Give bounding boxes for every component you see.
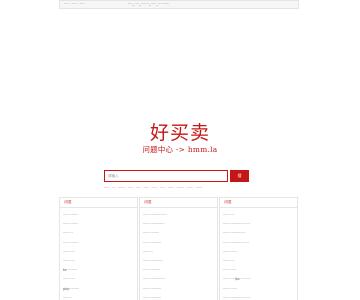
list-item[interactable]: ················· [143, 285, 217, 294]
question-list: ······················ ·················… [140, 208, 217, 300]
list-item[interactable]: ··········· [63, 275, 137, 284]
list-item[interactable]: ········ [63, 294, 137, 300]
hot-word[interactable]: ····· [128, 186, 133, 190]
list-item[interactable]: ························· [223, 220, 297, 229]
list-item[interactable]: ·········· [223, 257, 297, 266]
site-slogan: 问题中心 -> hmm.la [142, 145, 218, 154]
list-item[interactable]: ··········· [63, 257, 137, 266]
list-item[interactable]: ························· [223, 294, 297, 300]
list-item[interactable]: ····················· [223, 229, 297, 238]
list-item[interactable]: ta·········· [63, 266, 137, 275]
list-item[interactable]: ················· [143, 294, 217, 300]
search-button[interactable]: 搜 [230, 170, 249, 182]
question-list: ·········· ························· ···… [220, 208, 297, 300]
list-item[interactable]: ············· [223, 248, 297, 257]
panel-header: 问答 [60, 198, 137, 208]
hot-word[interactable]: ····· [104, 186, 109, 190]
question-list: ·············· ·············· ········· … [60, 208, 137, 300]
top-bar-links[interactable]: ····_····_·······_·····_·········· [128, 2, 169, 6]
list-item[interactable]: ········· [63, 229, 137, 238]
list-item[interactable]: ····················· [143, 275, 217, 284]
list-item[interactable]: ··············· [143, 229, 217, 238]
hot-word[interactable]: ··· [112, 186, 115, 190]
list-item[interactable]: ········· [143, 248, 217, 257]
panel-tab[interactable]: 问答 [220, 198, 236, 207]
hot-word[interactable]: ····· [160, 186, 165, 190]
list-item[interactable]: ···········/ta·········· [223, 275, 297, 284]
list-item[interactable]: ················ [143, 266, 217, 275]
hot-word[interactable]: ······ [168, 186, 174, 190]
list-item[interactable]: ···················· [143, 220, 217, 229]
top-bar-links-left[interactable]: ···· · ···· · ···· [64, 2, 85, 6]
hot-word[interactable]: ······· [118, 186, 125, 190]
panel-tab[interactable]: 问答 [140, 198, 156, 207]
list-item[interactable]: php········· [63, 285, 137, 294]
search-input[interactable] [104, 170, 228, 182]
list-item[interactable]: ······················ [143, 211, 217, 220]
hot-word[interactable]: ······ [196, 186, 202, 190]
list-item[interactable]: ··················· [143, 257, 217, 266]
panel-header: 问答 [220, 198, 297, 208]
question-panel-3: 问答 ·········· ························· … [219, 197, 298, 300]
list-item[interactable]: ··········· [63, 248, 137, 257]
hot-word[interactable]: ······· [177, 186, 184, 190]
list-item[interactable]: ·············· [63, 239, 137, 248]
panel-tab[interactable]: 问答 [60, 198, 76, 207]
list-item[interactable]: ·········· [223, 211, 297, 220]
hot-word[interactable]: ···· [136, 186, 140, 190]
site-logo[interactable]: 好买卖 [0, 118, 360, 145]
list-item[interactable]: ·············· [63, 211, 137, 220]
hot-words: ····· ··· ······· ····· ···· ····· ·····… [104, 186, 204, 190]
question-panel-1: 问答 ·············· ·············· ·······… [59, 197, 138, 300]
list-item[interactable]: ························ [223, 239, 297, 248]
list-item[interactable]: ············· [223, 285, 297, 294]
hot-word[interactable]: ····· [143, 186, 148, 190]
list-item[interactable]: ·············· [63, 220, 137, 229]
panel-header: 问答 [140, 198, 217, 208]
top-bar: ···· · ···· · ···· ····_····_·······_···… [59, 0, 299, 9]
hot-word[interactable]: ····· [152, 186, 157, 190]
hot-word[interactable]: ······ [187, 186, 193, 190]
question-panel-2: 问答 ······················ ··············… [139, 197, 218, 300]
list-item[interactable]: ············ [223, 266, 297, 275]
list-item[interactable]: ················· [143, 239, 217, 248]
